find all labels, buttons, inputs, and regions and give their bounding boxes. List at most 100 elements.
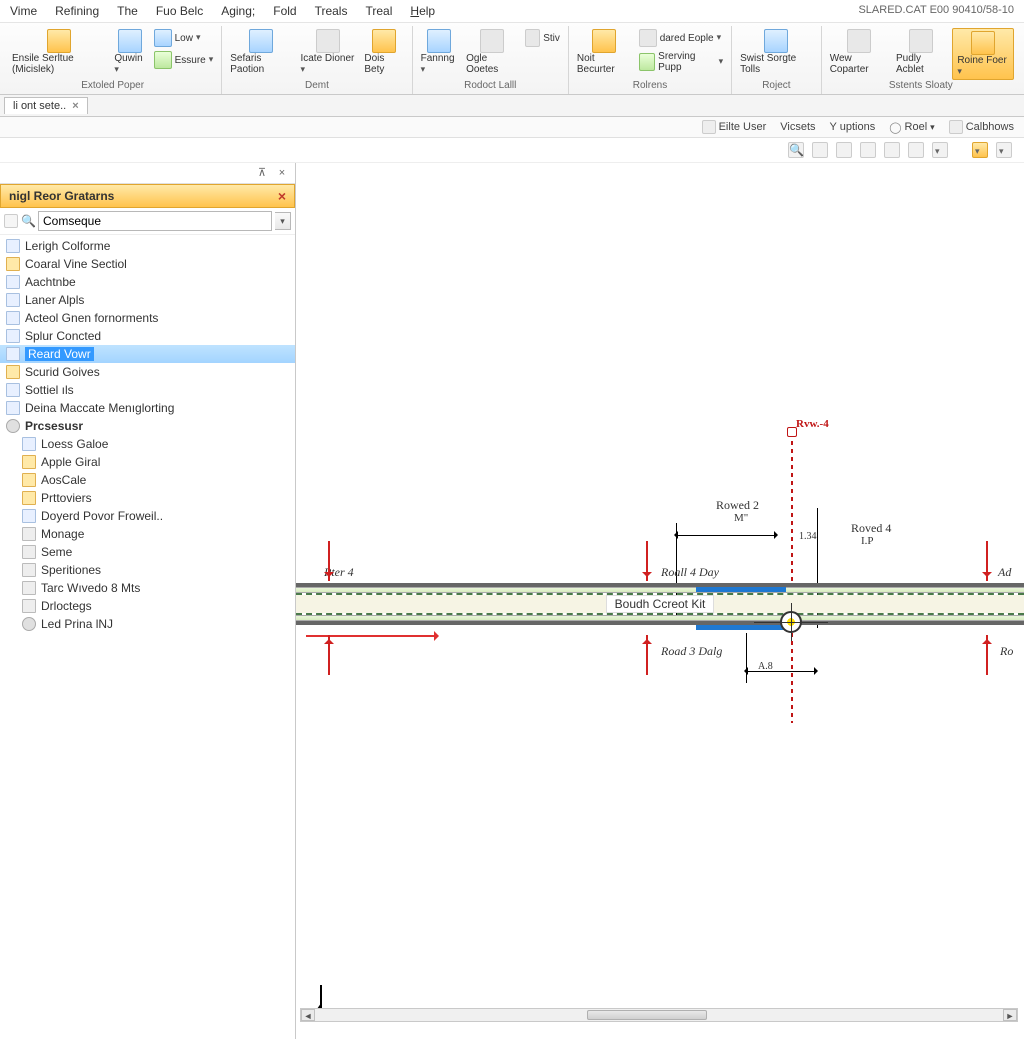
user-icon: [702, 120, 716, 134]
toolbar-button[interactable]: Calbhows: [949, 120, 1014, 134]
menu-help[interactable]: Help: [410, 4, 435, 18]
search-input[interactable]: [38, 211, 272, 231]
tree-item[interactable]: Lerigh Colforme: [0, 237, 295, 255]
tree-item[interactable]: AosCale: [0, 471, 295, 489]
tool-icon: [47, 29, 71, 53]
search-row: 🔍 ▾: [0, 208, 295, 235]
ribbon-button[interactable]: Fannng: [419, 28, 460, 76]
zoom-out-icon[interactable]: [812, 142, 828, 158]
tree-item[interactable]: Coaral Vine Sectiol: [0, 255, 295, 273]
close-icon[interactable]: ×: [72, 100, 78, 112]
canvas[interactable]: Rvw.-4 Rowed 2 M" Roved 4 I.P 1.34 Boudh…: [296, 163, 1024, 1039]
horizontal-scrollbar[interactable]: ◄ ►: [300, 1008, 1018, 1022]
ribbon-button[interactable]: Low: [152, 28, 216, 48]
tool-icon: [249, 29, 273, 53]
toolbar-button[interactable]: ◯Roel▾: [889, 121, 934, 134]
sidebar: ⊼ × nigl Reor Gratarns × 🔍 ▾ Lerigh Colf…: [0, 163, 296, 1039]
dim-arrow: [746, 671, 816, 672]
panel-close-icon[interactable]: ×: [278, 188, 286, 204]
menu-item[interactable]: Refining: [55, 4, 99, 18]
tree-item[interactable]: Aachtnbe: [0, 273, 295, 291]
ribbon-group: Swist Sorgte Tolls Roject: [732, 26, 822, 94]
tree-item[interactable]: Led Prina lNJ: [0, 615, 295, 633]
toolbar-button[interactable]: Vicsets: [780, 121, 815, 133]
ribbon-button[interactable]: Ensile Serltue (Micislek): [10, 28, 108, 76]
ribbon-button[interactable]: Noit Becurter: [575, 28, 633, 76]
ribbon-button[interactable]: dared Eople: [637, 28, 725, 48]
tree-item-label: Splur Concted: [25, 329, 101, 343]
tree-item-label: Coaral Vine Sectiol: [25, 257, 127, 271]
ribbon-button[interactable]: Icate Dioner: [298, 28, 358, 76]
tree-item-label: Scurid Goives: [25, 365, 100, 379]
view-icon[interactable]: [884, 142, 900, 158]
tree-item[interactable]: Reard Vowr: [0, 345, 295, 363]
tool-icon: [372, 29, 396, 53]
toolbar-button[interactable]: Y uptions: [830, 121, 876, 133]
close-icon[interactable]: ×: [275, 166, 289, 180]
load-arrow-icon: [986, 541, 988, 581]
tree-item[interactable]: Drloctegs: [0, 597, 295, 615]
ribbon-group: Fannng Ogle Ooetes Stiv Rodoct Lalll: [413, 26, 569, 94]
zoom-in-icon[interactable]: 🔍: [788, 142, 804, 158]
doc-icon: [6, 311, 20, 325]
tree-item[interactable]: Prttoviers: [0, 489, 295, 507]
menu-item[interactable]: Fuo Belc: [156, 4, 203, 18]
ribbon-button[interactable]: Ogle Ooetes: [464, 28, 519, 76]
window-dropdown[interactable]: [996, 142, 1012, 158]
ribbon-button[interactable]: Swist Sorgte Tolls: [738, 28, 815, 76]
document-tab[interactable]: li ont sete.. ×: [4, 97, 88, 114]
highlight-dropdown[interactable]: [972, 142, 988, 158]
search-dropdown[interactable]: ▾: [275, 212, 291, 230]
toolbar-button[interactable]: Eilte User: [702, 120, 767, 134]
tool-icon: [154, 51, 172, 69]
tree-item[interactable]: Scurid Goives: [0, 363, 295, 381]
ribbon-button[interactable]: Essure: [152, 50, 216, 70]
tree-item[interactable]: Sottiel ıls: [0, 381, 295, 399]
lock-icon[interactable]: [836, 142, 852, 158]
tree-item[interactable]: Laner Alpls: [0, 291, 295, 309]
menu-item[interactable]: Treals: [315, 4, 348, 18]
pan-icon[interactable]: [860, 142, 876, 158]
tree-item[interactable]: Seme: [0, 543, 295, 561]
tree-item[interactable]: Deina Maccate Menıglorting: [0, 399, 295, 417]
ribbon-group-label: Roject: [738, 80, 815, 92]
tree-group-header[interactable]: Prcsesusr: [0, 417, 295, 435]
pin-icon[interactable]: ⊼: [255, 166, 269, 180]
ribbon-button[interactable]: Quwin: [112, 28, 147, 76]
menu-item[interactable]: Vime: [10, 4, 37, 18]
tree-item[interactable]: Speritiones: [0, 561, 295, 579]
ribbon-button[interactable]: Wew Coparter: [828, 28, 890, 76]
ribbon-button[interactable]: Sefaris Paotion: [228, 28, 294, 76]
tree-item[interactable]: Monage: [0, 525, 295, 543]
document-tab-strip: li ont sete.. ×: [0, 95, 1024, 117]
layers-dropdown[interactable]: [932, 142, 948, 158]
secondary-toolbar: Eilte User Vicsets Y uptions ◯Roel▾ Calb…: [0, 117, 1024, 138]
scroll-thumb[interactable]: [587, 1010, 707, 1020]
doc-icon: [6, 329, 20, 343]
tree-item-label: Tarc Wıvedo 8 Mts: [41, 581, 140, 595]
ribbon-button[interactable]: Stiv: [523, 28, 561, 48]
scroll-right-icon[interactable]: ►: [1003, 1009, 1017, 1021]
tree-item[interactable]: Tarc Wıvedo 8 Mts: [0, 579, 295, 597]
folder-icon: [6, 257, 20, 271]
ribbon-button[interactable]: Dois Bety: [362, 28, 405, 76]
load-arrow-icon: [986, 635, 988, 675]
tree-item-label: Lerigh Colforme: [25, 239, 110, 253]
menu-item[interactable]: Aging;: [221, 4, 255, 18]
tree-item[interactable]: Apple Giral: [0, 453, 295, 471]
ribbon-button[interactable]: Pudly Acblet: [894, 28, 948, 76]
menu-item[interactable]: Treal: [365, 4, 392, 18]
tree-item[interactable]: Splur Concted: [0, 327, 295, 345]
menu-item[interactable]: The: [117, 4, 138, 18]
menu-item[interactable]: Fold: [273, 4, 296, 18]
ribbon-button[interactable]: Srerving Pupp: [637, 50, 725, 74]
ribbon-button-active[interactable]: Roine Foer: [952, 28, 1014, 80]
search-icon[interactable]: [908, 142, 924, 158]
tree-item[interactable]: Acteol Gnen fornorments: [0, 309, 295, 327]
joint-marker-icon[interactable]: [780, 611, 802, 633]
tree-icon[interactable]: [4, 214, 18, 228]
panel-title-bar: nigl Reor Gratarns ×: [0, 184, 295, 208]
tree-item[interactable]: Doyerd Povor Froweil..: [0, 507, 295, 525]
tree-item[interactable]: Loess Galoe: [0, 435, 295, 453]
scroll-left-icon[interactable]: ◄: [301, 1009, 315, 1021]
